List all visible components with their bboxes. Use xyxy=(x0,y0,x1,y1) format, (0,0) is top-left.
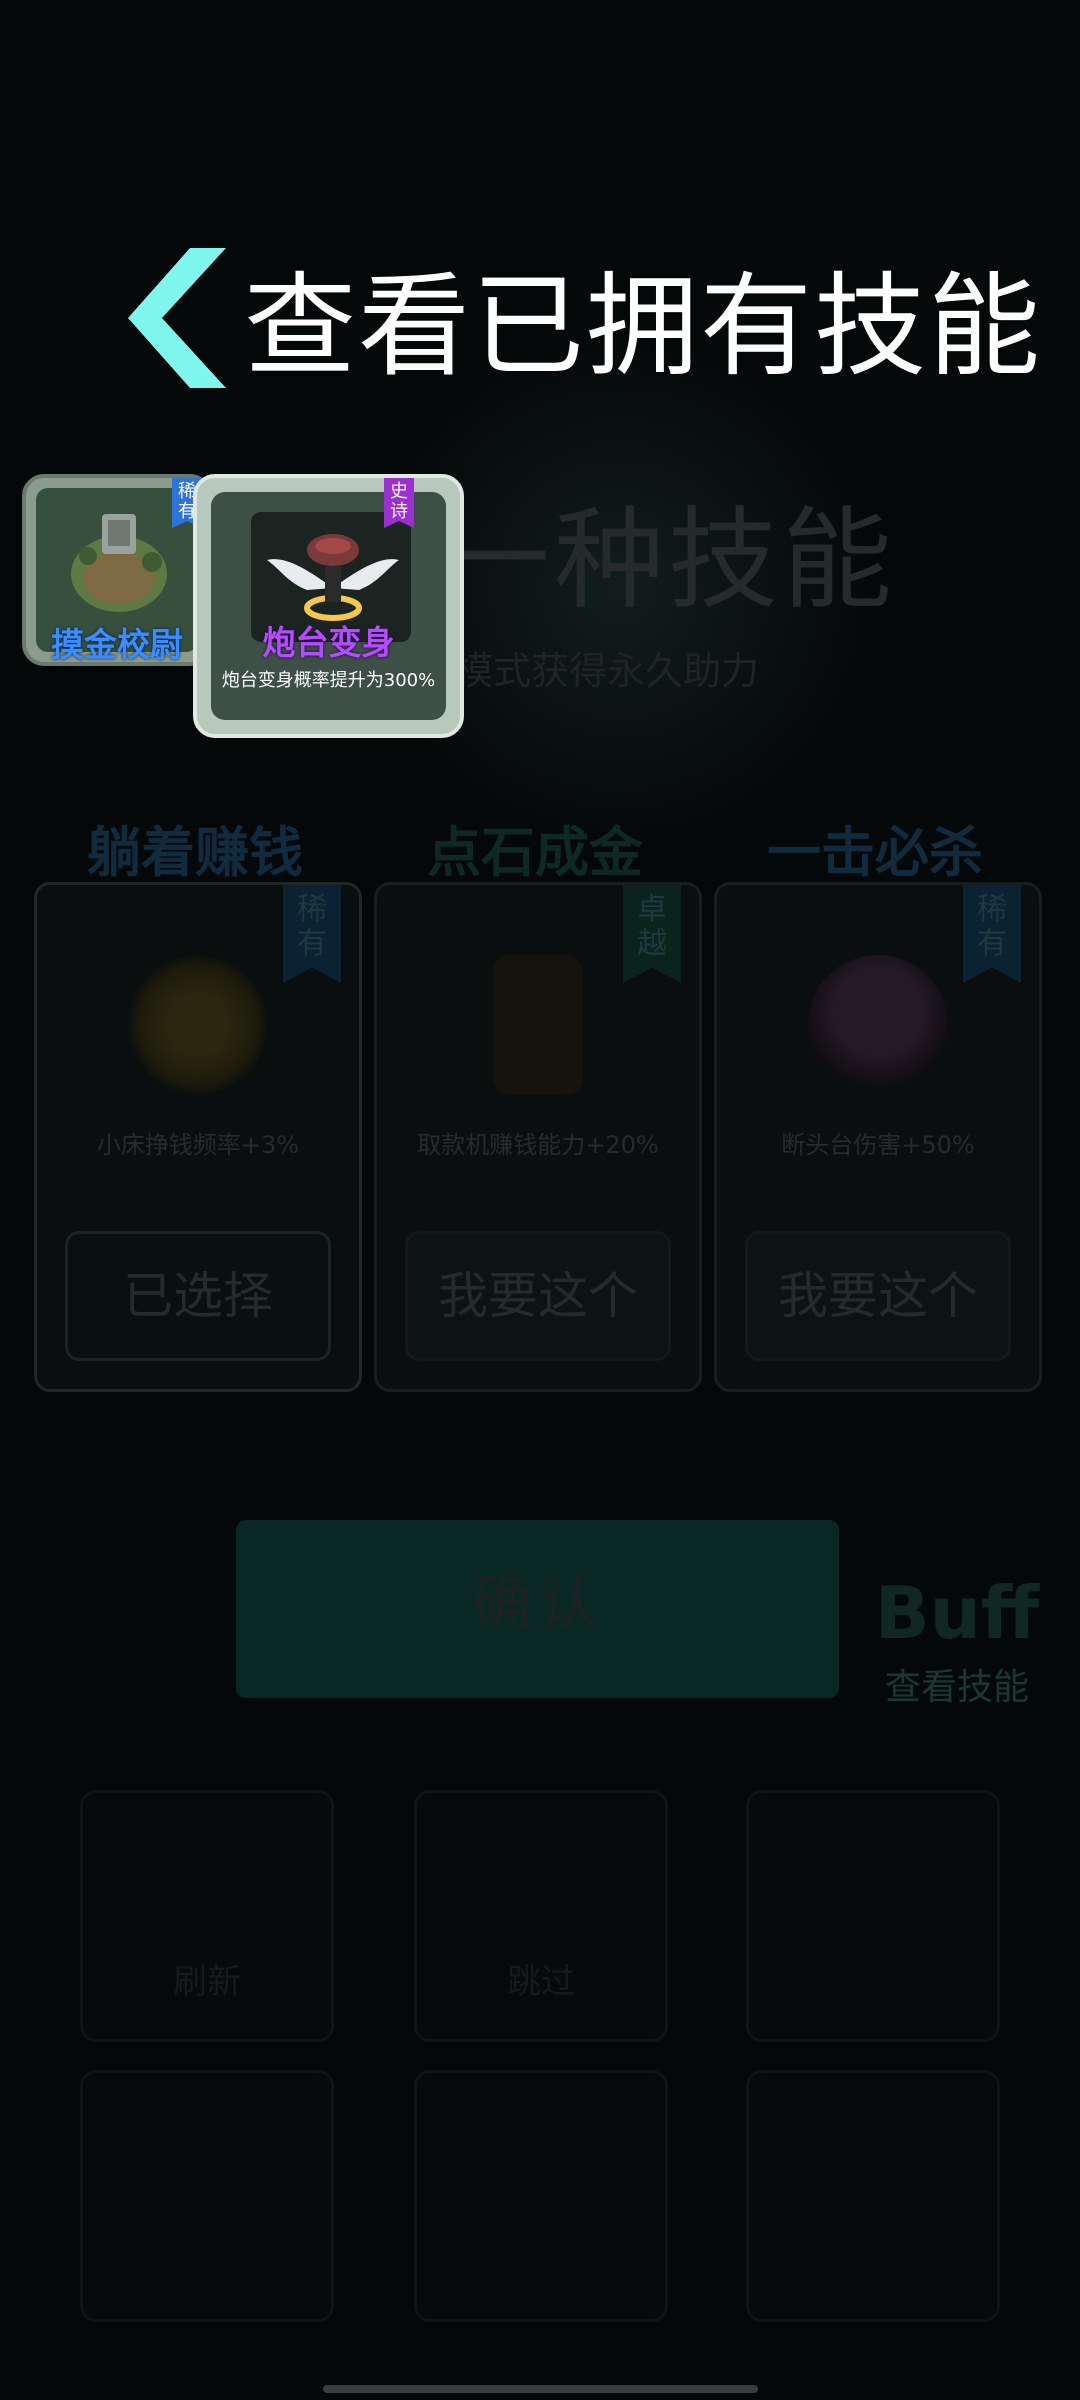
skill-card-3[interactable]: 稀有 断头台伤害+50% 我要这个 xyxy=(714,882,1042,1392)
card-description: 取款机赚钱能力+20% xyxy=(417,1131,659,1159)
rarity-badge: 史诗 xyxy=(384,478,414,528)
page-title: 查看已拥有技能 xyxy=(244,262,1042,392)
bottom-slot[interactable] xyxy=(80,2070,334,2322)
tomb-stone-icon xyxy=(71,514,167,612)
card-description: 小床挣钱频率+3% xyxy=(96,1131,300,1159)
bottom-slot[interactable] xyxy=(746,1790,1000,2042)
skill-name: 摸金校尉 xyxy=(51,625,183,664)
back-button[interactable] xyxy=(128,248,230,388)
home-indicator[interactable] xyxy=(323,2385,758,2393)
slot-label: 跳过 xyxy=(507,1962,575,2002)
slot-label: 刷新 xyxy=(173,1962,241,2002)
rarity-ribbon: 稀有 xyxy=(963,885,1021,983)
skill-card-2[interactable]: 卓越 取款机赚钱能力+20% 我要这个 xyxy=(374,882,702,1392)
selected-button[interactable]: 已选择 xyxy=(65,1231,331,1361)
owned-skill-tile-1[interactable]: 稀有 摸金校尉 xyxy=(22,474,212,666)
card-name-3: 一击必杀 xyxy=(767,821,983,884)
background-title: 一种技能 xyxy=(440,496,896,624)
bottom-slot[interactable]: 刷新 xyxy=(80,1790,334,2042)
buff-icon: Buff xyxy=(874,1571,1040,1655)
skill-card-1[interactable]: 稀有 小床挣钱频率+3% 已选择 xyxy=(34,882,362,1392)
rarity-ribbon: 卓越 xyxy=(623,885,681,983)
choose-button[interactable]: 我要这个 xyxy=(405,1231,671,1361)
card-name-1: 躺着赚钱 xyxy=(87,821,303,884)
view-skills-buff-button[interactable]: Buff 查看技能 xyxy=(862,1528,1052,1708)
owned-skill-tile-2[interactable]: 史诗 炮台变身 炮台变身概率提升为300% xyxy=(193,474,464,738)
chevron-left-icon xyxy=(128,248,226,388)
guillotine-orb-icon xyxy=(808,955,948,1095)
card-description: 断头台伤害+50% xyxy=(781,1131,975,1159)
confirm-button[interactable]: 确认 xyxy=(236,1520,839,1698)
gold-coin-icon xyxy=(128,955,268,1095)
atm-machine-icon xyxy=(493,955,583,1095)
bottom-slot[interactable] xyxy=(746,2070,1000,2322)
skill-description: 炮台变身概率提升为300% xyxy=(221,670,436,691)
buff-label: 查看技能 xyxy=(884,1667,1029,1708)
bottom-slot[interactable] xyxy=(414,2070,668,2322)
choose-button[interactable]: 我要这个 xyxy=(745,1231,1011,1361)
background-subtitle: 模式获得永久助力 xyxy=(455,649,760,693)
rarity-ribbon: 稀有 xyxy=(283,885,341,983)
skill-name: 炮台变身 xyxy=(262,623,395,662)
bottom-slot[interactable]: 跳过 xyxy=(414,1790,668,2042)
card-name-2: 点石成金 xyxy=(427,821,643,884)
